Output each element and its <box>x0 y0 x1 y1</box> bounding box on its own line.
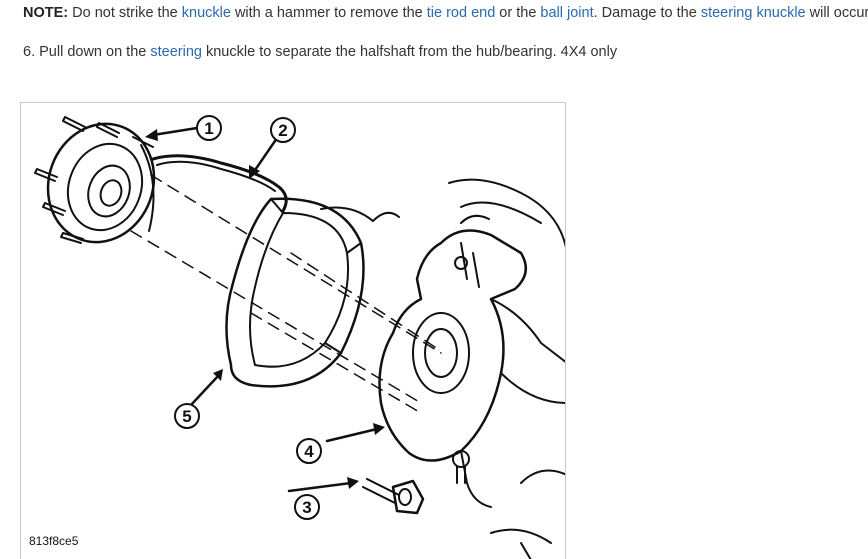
callout-4-label: 4 <box>304 442 314 461</box>
link-steering-knuckle[interactable]: steering knuckle <box>701 5 806 21</box>
callout-2: 2 <box>270 117 296 143</box>
callout-4: 4 <box>296 438 322 464</box>
callout-2-label: 2 <box>278 121 287 140</box>
note-paragraph: NOTE: Do not strike the knuckle with a h… <box>23 4 868 22</box>
callout-5-label: 5 <box>182 407 191 426</box>
callout-3: 3 <box>294 494 320 520</box>
note-label: NOTE: <box>23 5 69 21</box>
note-text-4: . Damage to the <box>593 5 701 21</box>
callout-5: 5 <box>174 403 200 429</box>
note-text-2: with a hammer to remove the <box>230 5 427 21</box>
note-text-3: or the <box>495 5 541 21</box>
callout-3-label: 3 <box>302 498 311 517</box>
step-text-2: knuckle to separate the halfshaft from t… <box>201 44 618 60</box>
callout-1: 1 <box>196 115 222 141</box>
link-ball-joint[interactable]: ball joint <box>540 5 593 21</box>
step-6-paragraph: 6. Pull down on the steering knuckle to … <box>23 43 617 61</box>
link-knuckle[interactable]: knuckle <box>182 5 231 21</box>
link-tie-rod-end[interactable]: tie rod end <box>427 5 496 21</box>
exploded-view-figure: 1 2 3 4 5 813f8ce5 <box>20 102 566 559</box>
note-text-1: Do not strike the <box>68 5 182 21</box>
step-text-1: 6. Pull down on the <box>23 44 151 60</box>
figure-id: 813f8ce5 <box>29 534 79 548</box>
callout-1-label: 1 <box>204 119 213 138</box>
callout-labels: 1 2 3 4 5 <box>174 115 322 520</box>
note-text-5: will occur. <box>805 5 868 21</box>
link-steering[interactable]: steering <box>150 44 202 60</box>
